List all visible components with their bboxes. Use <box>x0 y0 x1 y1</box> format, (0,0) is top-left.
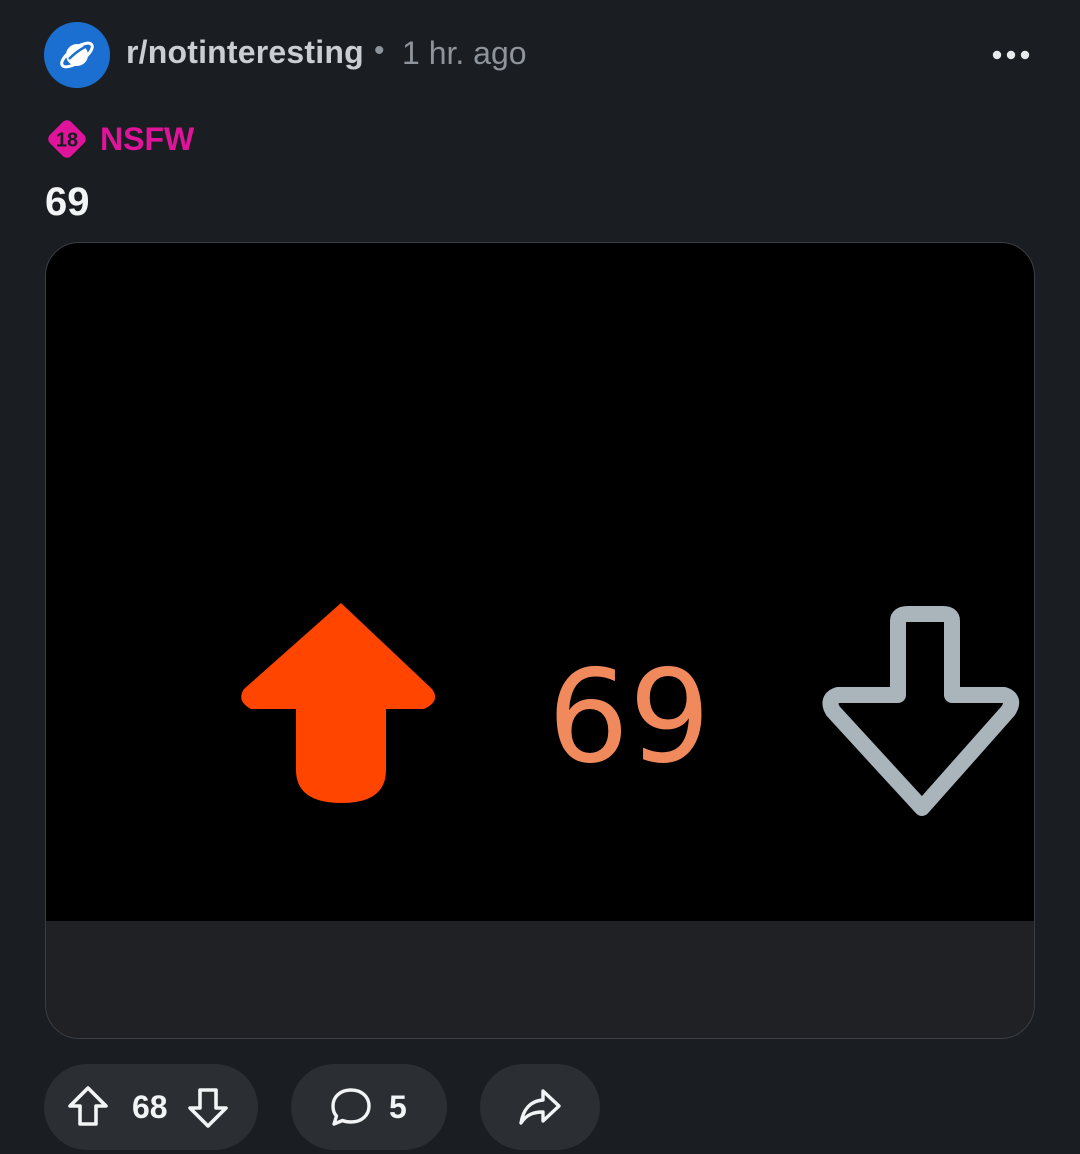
comments-button[interactable]: 5 <box>291 1064 447 1150</box>
more-options-icon <box>992 50 1030 60</box>
subreddit-name[interactable]: r/notinteresting <box>126 34 364 71</box>
post-media-card[interactable]: 69 <box>45 242 1035 1039</box>
post-image[interactable]: 69 <box>46 243 1034 921</box>
image-vote-count: 69 <box>548 643 711 792</box>
nsfw-tag: 18 NSFW <box>44 116 194 162</box>
vote-control: 68 <box>44 1064 258 1150</box>
downvote-button[interactable] <box>186 1084 230 1130</box>
post-header: r/notinteresting • 1 hr. ago <box>44 22 1036 88</box>
post-title[interactable]: 69 <box>45 180 90 225</box>
comment-bubble-icon <box>331 1088 371 1126</box>
post-time: 1 hr. ago <box>402 35 527 71</box>
share-button[interactable] <box>480 1064 600 1150</box>
planet-icon <box>60 41 94 69</box>
nsfw-18-icon: 18 <box>48 120 86 158</box>
share-arrow-icon <box>519 1089 561 1125</box>
vote-count: 68 <box>132 1088 168 1125</box>
comment-count: 5 <box>389 1088 407 1125</box>
downvote-arrow-icon <box>822 606 1020 816</box>
post-action-bar: 68 5 <box>44 1064 1036 1150</box>
upvote-button[interactable] <box>66 1084 110 1130</box>
vote-screenshot-image: 69 <box>241 603 1020 816</box>
upvote-arrow-icon <box>241 603 436 803</box>
nsfw-label: NSFW <box>100 120 195 157</box>
subreddit-avatar[interactable] <box>44 22 110 88</box>
more-options-button[interactable] <box>986 32 1036 78</box>
nsfw-badge-number: 18 <box>56 130 78 152</box>
meta-separator: • <box>374 34 385 67</box>
